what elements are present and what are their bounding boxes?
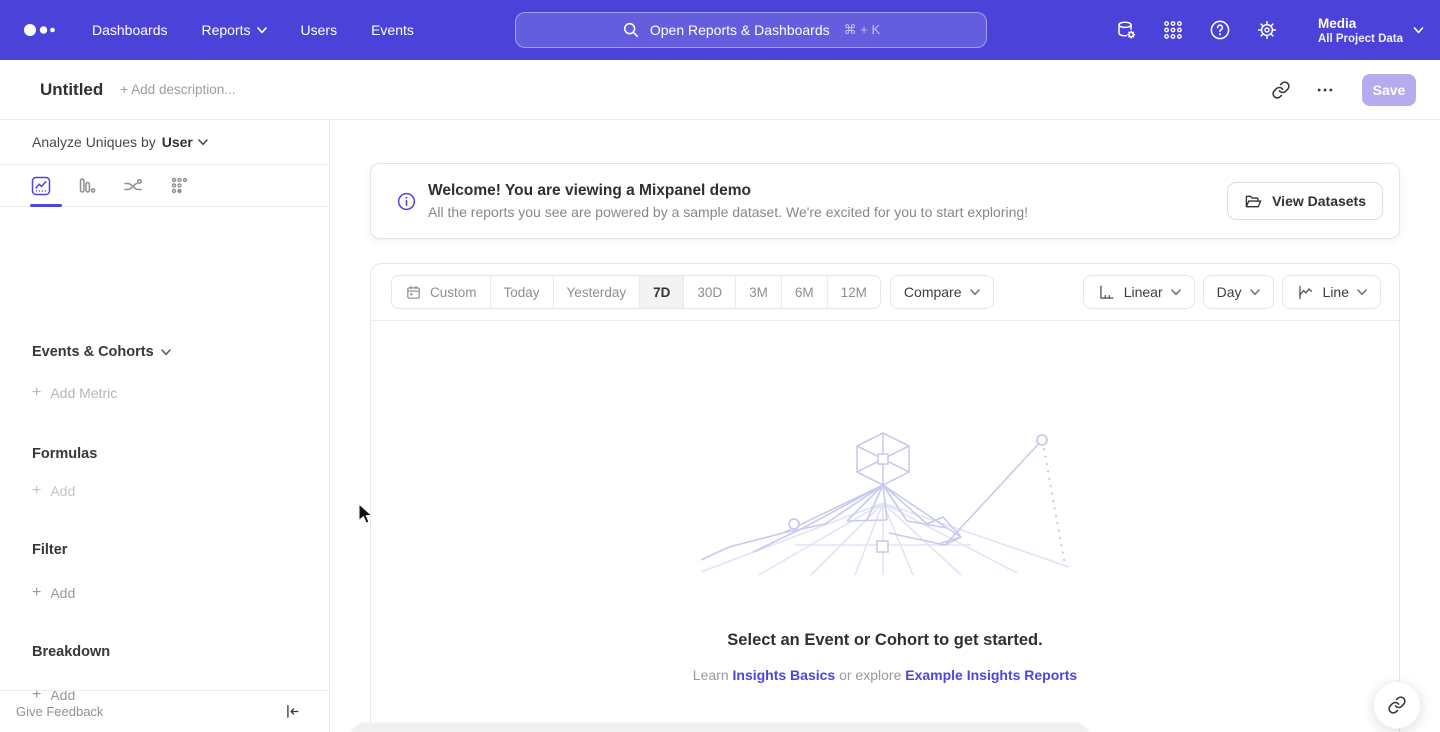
add-metric-button[interactable]: + Add Metric (32, 384, 117, 402)
metric-type-tabs (0, 165, 329, 207)
global-search-input[interactable]: Open Reports & Dashboards ⌘ + K (515, 12, 987, 48)
add-filter-button[interactable]: + Add (32, 584, 75, 602)
project-switcher[interactable]: Media All Project Data (1318, 15, 1424, 46)
mixpanel-logo-icon (22, 22, 60, 38)
chevron-down-icon (257, 27, 267, 34)
demo-welcome-banner: Welcome! You are viewing a Mixpanel demo… (370, 163, 1400, 239)
empty-state: Select an Event or Cohort to get started… (371, 321, 1399, 683)
banner-subtitle: All the reports you see are powered by a… (428, 202, 1028, 222)
search-shortcut: ⌘ + K (844, 22, 881, 38)
formulas-section-label: Formulas (32, 446, 97, 462)
add-formula-button[interactable]: + Add (32, 482, 75, 500)
link-icon (1387, 695, 1407, 715)
chevron-down-icon (1413, 27, 1424, 34)
analyze-by-dropdown[interactable]: User (162, 134, 208, 150)
report-description-placeholder[interactable]: + Add description... (120, 82, 235, 97)
chevron-down-icon (198, 139, 208, 146)
range-6m[interactable]: 6M (782, 276, 828, 308)
help-icon[interactable] (1208, 18, 1232, 42)
range-30d[interactable]: 30D (684, 276, 736, 308)
filter-section-label: Filter (32, 542, 67, 558)
empty-state-title: Select an Event or Cohort to get started… (371, 631, 1399, 650)
range-custom[interactable]: Custom (392, 276, 491, 308)
save-button[interactable]: Save (1362, 74, 1416, 106)
report-title[interactable]: Untitled (40, 80, 103, 100)
report-toolbar: Custom Today Yesterday 7D 30D 3M 6M 12M … (371, 264, 1399, 321)
compare-button[interactable]: Compare (890, 275, 994, 309)
empty-state-illustration (699, 425, 1071, 577)
top-nav: Dashboards Reports Users Events Open Rep… (0, 0, 1440, 60)
range-today[interactable]: Today (491, 276, 554, 308)
line-chart-icon (1296, 283, 1315, 302)
range-12m[interactable]: 12M (828, 276, 880, 308)
info-icon (396, 191, 417, 212)
project-scope: All Project Data (1318, 32, 1403, 46)
scale-dropdown[interactable]: Linear (1083, 275, 1195, 309)
insights-report-card: Custom Today Yesterday 7D 30D 3M 6M 12M … (370, 263, 1400, 732)
range-7d[interactable]: 7D (640, 276, 684, 308)
chevron-down-icon (1171, 289, 1181, 296)
view-datasets-button[interactable]: View Datasets (1227, 182, 1383, 220)
date-range-control: Custom Today Yesterday 7D 30D 3M 6M 12M (391, 275, 881, 309)
search-placeholder: Open Reports & Dashboards (650, 22, 830, 38)
range-yesterday[interactable]: Yesterday (554, 276, 641, 308)
insights-basics-link[interactable]: Insights Basics (733, 667, 836, 683)
chart-type-dropdown[interactable]: Line (1282, 275, 1381, 309)
nav-events[interactable]: Events (371, 22, 414, 38)
apps-grid-icon[interactable] (1161, 18, 1185, 42)
linear-axes-icon (1097, 283, 1116, 302)
sidebar-footer: Give Feedback (0, 690, 329, 732)
report-header: Untitled + Add description... Save (0, 60, 1440, 120)
nav-dashboards[interactable]: Dashboards (92, 22, 168, 38)
analyze-label: Analyze Uniques by (32, 134, 156, 150)
analyze-row: Analyze Uniques by User (0, 120, 329, 165)
chevron-down-icon (1357, 289, 1367, 296)
calendar-icon (405, 284, 422, 301)
chevron-down-icon (970, 289, 980, 296)
collapse-sidebar-icon[interactable] (284, 703, 301, 720)
folder-open-icon (1244, 192, 1263, 211)
empty-state-subtitle: Learn Insights Basics or explore Example… (371, 667, 1399, 683)
settings-gear-icon[interactable] (1255, 18, 1279, 42)
nav-right-group: Media All Project Data (1114, 15, 1424, 46)
tab-retention[interactable] (168, 175, 190, 197)
tab-insights-chart[interactable] (30, 175, 52, 197)
report-main-area: Welcome! You are viewing a Mixpanel demo… (330, 120, 1440, 732)
range-3m[interactable]: 3M (736, 276, 782, 308)
primary-nav: Dashboards Reports Users Events (92, 22, 414, 38)
chevron-down-icon (1250, 289, 1260, 296)
more-options-icon[interactable] (1308, 73, 1342, 107)
nav-users[interactable]: Users (301, 22, 338, 38)
query-builder-sidebar: Analyze Uniques by User (0, 120, 330, 732)
nav-reports[interactable]: Reports (202, 22, 267, 38)
search-icon (622, 21, 640, 39)
chevron-down-icon (161, 349, 171, 356)
copy-link-icon[interactable] (1264, 73, 1298, 107)
events-cohorts-section[interactable]: Events & Cohorts (32, 344, 171, 360)
bottom-sheet-edge[interactable] (350, 722, 1090, 732)
project-name: Media (1318, 15, 1403, 32)
mixpanel-logo[interactable] (22, 22, 66, 38)
tab-bar-chart[interactable] (76, 175, 98, 197)
tab-flows[interactable] (122, 175, 144, 197)
share-link-fab[interactable] (1373, 681, 1421, 729)
banner-title: Welcome! You are viewing a Mixpanel demo (428, 180, 1028, 201)
active-tab-underline (30, 204, 62, 207)
example-insights-reports-link[interactable]: Example Insights Reports (905, 667, 1077, 683)
data-management-icon[interactable] (1114, 18, 1138, 42)
granularity-dropdown[interactable]: Day (1203, 275, 1274, 309)
breakdown-section-label: Breakdown (32, 644, 110, 660)
give-feedback-link[interactable]: Give Feedback (16, 704, 103, 719)
